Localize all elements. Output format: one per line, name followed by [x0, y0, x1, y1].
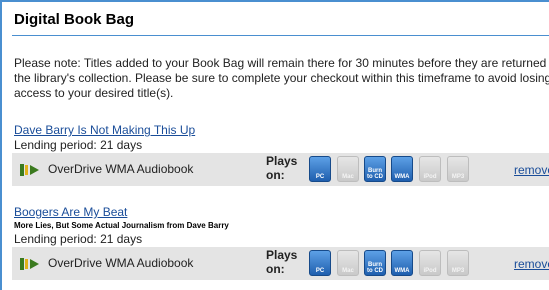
wma-icon: WMA: [391, 156, 413, 182]
format-label: OverDrive WMA Audiobook: [48, 162, 194, 176]
lending-period: Lending period: 21 days: [14, 232, 143, 246]
format-row: OverDrive WMA Audiobook Plays on: PC Mac …: [12, 247, 549, 280]
audiobook-icon: [20, 164, 39, 176]
notice-text: Please note: Titles added to your Book B…: [14, 56, 549, 100]
burn-to-cd-icon: Burn to CD: [364, 156, 386, 182]
ipod-icon: iPod: [419, 250, 441, 276]
plays-on-label: Plays on:: [266, 154, 298, 182]
mp3-icon: MP3: [447, 156, 469, 182]
pc-icon: PC: [309, 156, 331, 182]
wma-icon: WMA: [391, 250, 413, 276]
mac-icon: Mac: [337, 250, 359, 276]
audiobook-icon: [20, 258, 39, 270]
title-divider: [12, 35, 549, 36]
book-subtitle: More Lies, But Some Actual Journalism fr…: [14, 221, 229, 230]
lending-period: Lending period: 21 days: [14, 138, 143, 152]
book-bag-panel: Digital Book Bag Please note: Titles add…: [0, 0, 549, 290]
format-label: OverDrive WMA Audiobook: [48, 256, 194, 270]
plays-on-label: Plays on:: [266, 248, 298, 276]
burn-to-cd-icon: Burn to CD: [364, 250, 386, 276]
format-row: OverDrive WMA Audiobook Plays on: PC Mac …: [12, 153, 549, 186]
pc-icon: PC: [309, 250, 331, 276]
page-title: Digital Book Bag: [14, 11, 135, 28]
ipod-icon: iPod: [419, 156, 441, 182]
book-title-link[interactable]: Boogers Are My Beat: [14, 205, 127, 219]
remove-link[interactable]: remove: [514, 163, 549, 177]
book-title-link[interactable]: Dave Barry Is Not Making This Up: [14, 123, 195, 137]
mac-icon: Mac: [337, 156, 359, 182]
remove-link[interactable]: remove: [514, 257, 549, 271]
mp3-icon: MP3: [447, 250, 469, 276]
